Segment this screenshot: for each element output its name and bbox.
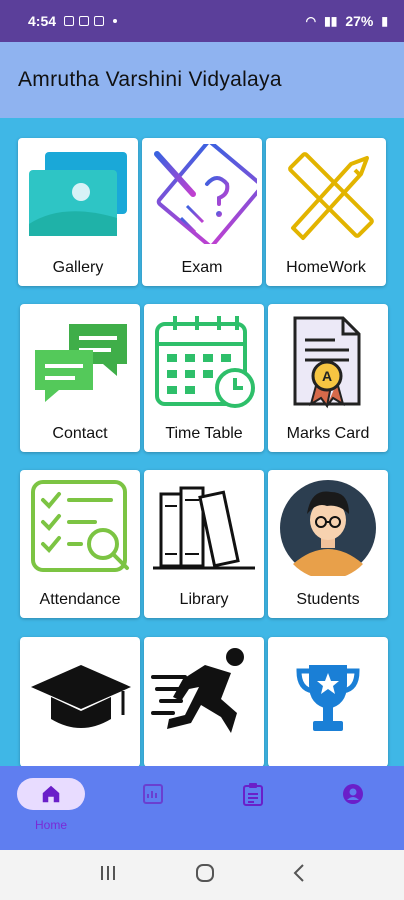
gallery-tile[interactable]: Gallery [18,138,138,286]
instagram-notification-icon-2 [94,16,105,26]
contact-icon [20,308,140,412]
page-title: Amrutha Varshini Vidyalaya [18,68,282,91]
signal-icon: ▮▮ [324,14,338,28]
nav-reports[interactable] [118,778,188,838]
system-navigation-bar [0,850,404,900]
homework-icon [266,142,386,246]
nav-home-pill [17,778,85,810]
wifi-icon: ◠ [305,14,317,28]
tile-label: Library [179,591,229,608]
students-tile[interactable]: Students [268,470,388,618]
time-table-icon [144,308,264,412]
recents-icon[interactable] [98,864,118,887]
attendance-icon [20,474,140,578]
home-button-icon[interactable] [194,862,216,889]
nav-home-label: Home [34,818,67,832]
exam-icon [142,142,262,246]
gallery-icon [18,142,138,246]
tile-label: Gallery [52,259,104,276]
students-icon [268,474,388,578]
tile-label: HomeWork [286,259,366,276]
graduation-tile[interactable] [20,637,140,767]
nav-profile[interactable] [318,778,388,838]
battery-icon: ▮ [381,14,388,28]
tile-label: Exam [181,259,223,276]
trophy-icon [268,641,388,745]
tile-label: Contact [52,425,108,442]
profile-icon [343,784,363,804]
battery-text: 27% [345,13,374,29]
svg-text:A: A [322,368,332,384]
time-table-tile[interactable]: Time Table [144,304,264,452]
marks-card-icon: A [268,308,388,412]
report-icon [143,784,163,804]
attendance-tile[interactable]: Attendance [20,470,140,618]
status-bar: 4:54 ◠ ▮▮ 27% ▮ [0,0,404,42]
library-tile[interactable]: Library [144,470,264,618]
back-icon[interactable] [292,863,306,888]
contact-tile[interactable]: Contact [20,304,140,452]
graduation-cap-icon [20,641,140,745]
clipboard-icon [243,783,263,806]
nav-home[interactable]: Home [16,778,86,838]
homework-tile[interactable]: HomeWork [266,138,386,286]
sports-tile[interactable] [144,637,264,767]
library-icon [144,474,264,578]
home-icon [42,785,60,803]
instagram-notification-icon [79,16,90,26]
nav-tasks[interactable] [218,778,288,838]
status-time: 4:54 [28,13,57,29]
bottom-navigation: Home [0,766,404,850]
marks-card-tile[interactable]: A Marks Card [268,304,388,452]
runner-icon [144,641,264,745]
app-header: Amrutha Varshini Vidyalaya [0,42,404,118]
more-notifications-dot-icon [113,19,118,23]
status-right: ◠ ▮▮ 27% ▮ [306,13,388,29]
tile-label: Students [296,591,360,608]
tile-label: Marks Card [286,425,370,442]
tile-label: Time Table [165,425,243,442]
exam-tile[interactable]: Exam [142,138,262,286]
achievements-tile[interactable] [268,637,388,767]
image-notification-icon [64,16,75,26]
tile-label: Attendance [39,591,121,608]
notification-icons [64,16,118,26]
